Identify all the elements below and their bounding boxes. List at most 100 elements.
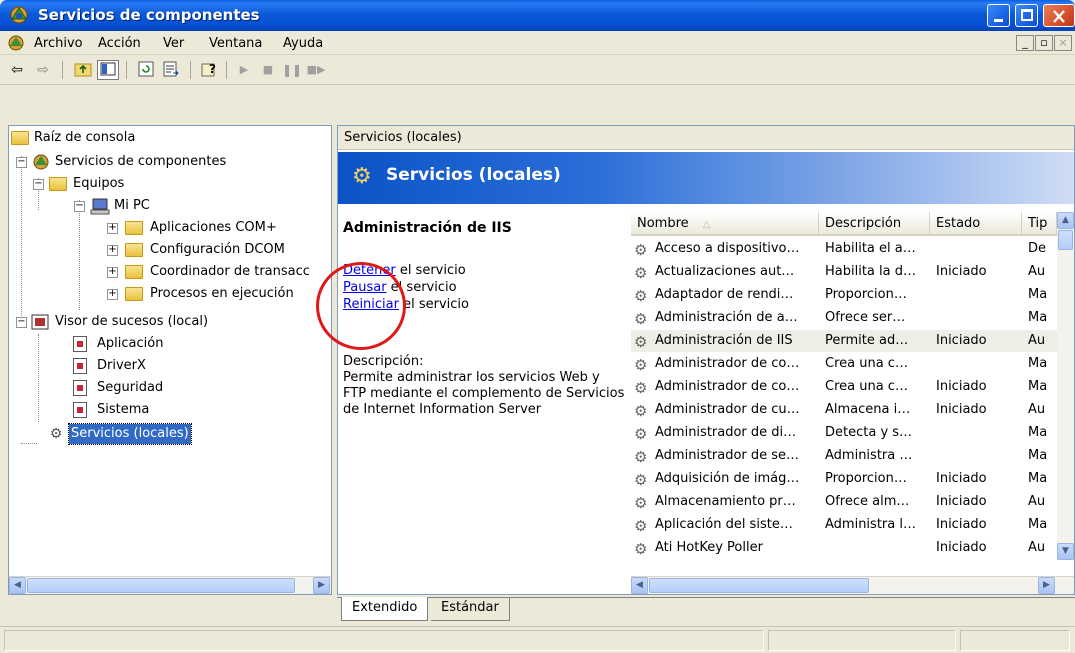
services-banner: ⚙ Servicios (locales)	[338, 152, 1074, 204]
service-row[interactable]: ⚙ Acceso a dispositivo… Habilita el a… De	[631, 238, 1057, 260]
list-body: ⚙ Acceso a dispositivo… Habilita el a… De ⚙ A…	[631, 238, 1057, 560]
scroll-up-icon[interactable]: ▲	[1057, 212, 1074, 229]
menu-archivo[interactable]: Archivo	[34, 36, 83, 51]
service-row[interactable]: ⚙ Actualizaciones aut… Habilita la d… Inici…	[631, 261, 1057, 283]
service-row[interactable]: ⚙ Administrador de co… Crea una c… Ma	[631, 353, 1057, 375]
service-row[interactable]: ⚙ Administración de IIS Permite ad… Iniciad…	[631, 330, 1057, 352]
service-row[interactable]: ⚙ Ati HotKey Poller Iniciado Au	[631, 537, 1057, 559]
mdi-close-button[interactable]: ×	[1054, 35, 1072, 51]
minimize-button[interactable]	[987, 4, 1010, 27]
list-horizontal-scrollbar[interactable]: ◀ ▶	[631, 576, 1074, 594]
svg-text:?: ?	[209, 62, 216, 76]
menu-ver[interactable]: Ver	[163, 36, 184, 51]
refresh-icon[interactable]	[135, 60, 157, 80]
tab-estandar[interactable]: Estándar	[431, 597, 510, 621]
service-gear-icon: ⚙	[634, 425, 648, 443]
column-header-descripcion[interactable]: Descripción	[819, 212, 930, 236]
scroll-left-icon[interactable]: ◀	[631, 577, 648, 594]
collapse-icon[interactable]: −	[74, 201, 85, 212]
back-arrow-icon[interactable]: ⇦	[6, 60, 28, 80]
service-name: Administrador de co…	[655, 379, 800, 394]
console-tree[interactable]: Raíz de consola − Servicios de component…	[8, 125, 332, 595]
up-folder-icon[interactable]	[72, 60, 94, 80]
service-row[interactable]: ⚙ Adaptador de rendi… Proporcion… Ma	[631, 284, 1057, 306]
expand-icon[interactable]: +	[107, 223, 118, 234]
service-status: Iniciado	[936, 379, 987, 394]
view-tabs: Extendido Estándar	[337, 595, 1075, 621]
service-name: Acceso a dispositivo…	[655, 241, 800, 256]
log-icon	[73, 380, 87, 396]
expand-icon[interactable]: +	[107, 289, 118, 300]
title-bar[interactable]: Servicios de componentes	[0, 0, 1075, 31]
restart-service-icon[interactable]: ■▶	[305, 60, 327, 80]
export-list-icon[interactable]	[160, 60, 182, 80]
service-status	[936, 353, 1022, 375]
service-gear-icon: ⚙	[634, 494, 648, 512]
service-gear-icon: ⚙	[634, 540, 648, 558]
start-service-icon[interactable]: ▶	[233, 60, 255, 80]
status-panel-3	[960, 630, 1070, 651]
service-description: Habilita la d…	[825, 264, 916, 279]
list-vertical-scrollbar[interactable]: ▲ ▼	[1057, 212, 1074, 560]
maximize-button[interactable]	[1015, 4, 1038, 27]
pause-service-icon[interactable]: ❚❚	[281, 60, 303, 80]
tree-item-coordinador[interactable]: + Coordinador de transacc	[11, 262, 331, 282]
close-button[interactable]	[1043, 4, 1075, 27]
show-hide-tree-icon[interactable]	[97, 60, 119, 80]
service-row[interactable]: ⚙ Administración de a… Ofrece ser… Ma	[631, 307, 1057, 329]
column-header-estado[interactable]: Estado	[930, 212, 1022, 236]
menu-ventana[interactable]: Ventana	[209, 36, 262, 51]
description-text: Permite administrar los servicios Web y …	[343, 370, 625, 417]
expand-icon[interactable]: +	[107, 267, 118, 278]
service-gear-icon: ⚙	[634, 471, 648, 489]
service-name: Aplicación del siste…	[655, 517, 793, 532]
menu-ayuda[interactable]: Ayuda	[283, 36, 323, 51]
expand-icon[interactable]: +	[107, 245, 118, 256]
mdi-restore-button[interactable]: ▫	[1035, 35, 1053, 51]
scroll-right-icon[interactable]: ▶	[1038, 577, 1055, 594]
service-gear-icon: ⚙	[634, 333, 648, 351]
service-row[interactable]: ⚙ Almacenamiento pr… Ofrece alm… Iniciado Au	[631, 491, 1057, 513]
tab-extendido[interactable]: Extendido	[341, 597, 429, 621]
tree-horizontal-scrollbar[interactable]: ◀ ▶	[9, 576, 331, 594]
scroll-thumb[interactable]	[649, 578, 869, 593]
menu-accion[interactable]: Acción	[98, 36, 141, 51]
service-row[interactable]: ⚙ Administrador de cu… Almacena i… Iniciado…	[631, 399, 1057, 421]
service-status: Iniciado	[936, 540, 987, 555]
collapse-icon[interactable]: −	[16, 317, 27, 328]
service-startup-type: Au	[1028, 540, 1046, 555]
service-row[interactable]: ⚙ Administrador de co… Crea una c… Iniciado…	[631, 376, 1057, 398]
service-row[interactable]: ⚙ Aplicación del siste… Administra l… Inici…	[631, 514, 1057, 536]
column-header-tipo[interactable]: Tip	[1022, 212, 1057, 236]
collapse-icon[interactable]: −	[16, 157, 27, 168]
scroll-left-icon[interactable]: ◀	[9, 577, 26, 594]
mmc-document-icon[interactable]	[7, 34, 25, 52]
scroll-thumb[interactable]	[1058, 230, 1073, 250]
services-gear-icon: ⚙	[49, 426, 63, 442]
toolbar: ⇦ ⇨ ? ▶ ■ ❚❚ ■▶	[0, 55, 1075, 85]
mdi-minimize-button[interactable]: _	[1016, 35, 1034, 51]
help-icon[interactable]: ?	[199, 60, 221, 80]
column-header-nombre[interactable]: Nombre △	[631, 212, 819, 236]
status-panel-main	[4, 630, 764, 651]
services-list[interactable]: Nombre △ Descripción Estado Tip ⚙ Acceso …	[631, 212, 1074, 594]
service-row[interactable]: ⚙ Administrador de di… Detecta y s… Ma	[631, 422, 1057, 444]
scroll-down-icon[interactable]: ▼	[1057, 543, 1074, 560]
service-row[interactable]: ⚙ Adquisición de imág… Proporcion… Iniciado…	[631, 468, 1057, 490]
service-name: Administración de IIS	[655, 333, 793, 348]
window-title: Servicios de componentes	[38, 6, 260, 24]
service-startup-type: Ma	[1028, 287, 1048, 302]
scroll-thumb[interactable]	[27, 578, 295, 593]
service-startup-type: Au	[1028, 333, 1046, 348]
tree-connector	[21, 156, 22, 326]
scroll-right-icon[interactable]: ▶	[313, 577, 330, 594]
forward-arrow-icon[interactable]: ⇨	[32, 60, 54, 80]
service-description: Permite ad…	[825, 333, 909, 348]
folder-icon	[49, 177, 67, 191]
service-description: Administra …	[825, 448, 913, 463]
collapse-icon[interactable]: −	[33, 179, 44, 190]
stop-service-icon[interactable]: ■	[257, 60, 279, 80]
folder-icon	[11, 131, 29, 145]
log-icon	[73, 402, 87, 418]
service-row[interactable]: ⚙ Administrador de se… Administra … Ma	[631, 445, 1057, 467]
